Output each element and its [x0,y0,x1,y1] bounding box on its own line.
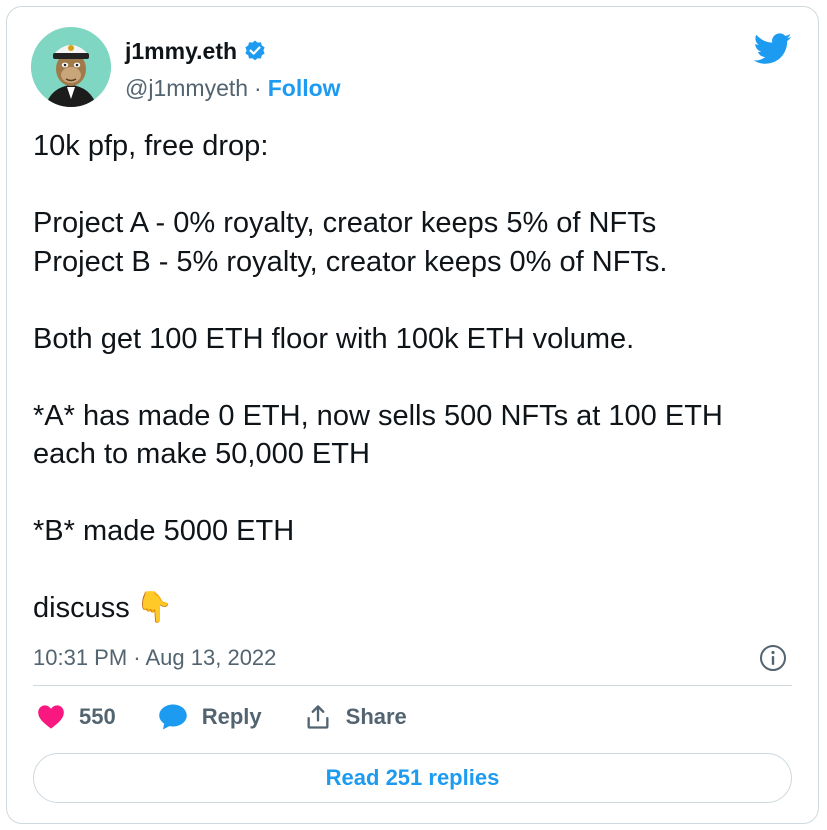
tweet-text: 10k pfp, free drop: Project A - 0% royal… [33,127,803,628]
share-label: Share [345,704,407,729]
author-name-row: j1mmy.eth [125,37,267,65]
display-name[interactable]: j1mmy.eth [125,37,237,65]
divider [33,685,792,686]
tweet-line: Project A - 0% royalty, creator keeps 5%… [33,207,657,239]
info-icon[interactable] [758,643,788,673]
heart-icon [38,705,64,729]
tweet-card: j1mmy.eth @j1mmyeth · Follow 10k pfp, fr… [6,6,819,824]
avatar[interactable] [31,27,111,107]
handle-separator: · [254,75,262,101]
tweet-line: each to make 50,000 ETH [33,438,370,470]
twitter-bird-icon[interactable] [753,33,792,65]
tweet-line-text: discuss [33,592,130,624]
tweet-timestamp[interactable]: 10:31 PM · Aug 13, 2022 [33,643,276,673]
tweet-line: *A* has made 0 ETH, now sells 500 NFTs a… [33,399,723,432]
tweet-line: Both get 100 ETH floor with 100k ETH vol… [33,322,635,355]
tweet-line: 10k pfp, free drop: [33,130,269,162]
share-button[interactable]: Share [304,703,407,731]
share-icon [307,705,329,729]
tweet-line: Project B - 5% royalty, creator keeps 0%… [33,245,668,278]
verified-badge-icon [243,39,267,63]
like-count: 550 [79,704,116,729]
pointing-down-emoji-icon: 👇 [135,591,174,624]
reply-button[interactable]: Reply [158,703,262,731]
action-bar: 550 Reply Share [37,703,449,731]
tweet-line: discuss 👇 [33,589,803,628]
like-button[interactable]: 550 [37,704,116,730]
reply-label: Reply [201,704,262,729]
handle[interactable]: @j1mmyeth [125,73,248,103]
handle-row: @j1mmyeth · Follow [125,73,341,103]
reply-bubble-icon [158,704,187,730]
tweet-line: *B* made 5000 ETH [33,515,295,547]
read-replies-button[interactable]: Read 251 replies [33,753,792,803]
follow-button[interactable]: Follow [268,73,341,103]
